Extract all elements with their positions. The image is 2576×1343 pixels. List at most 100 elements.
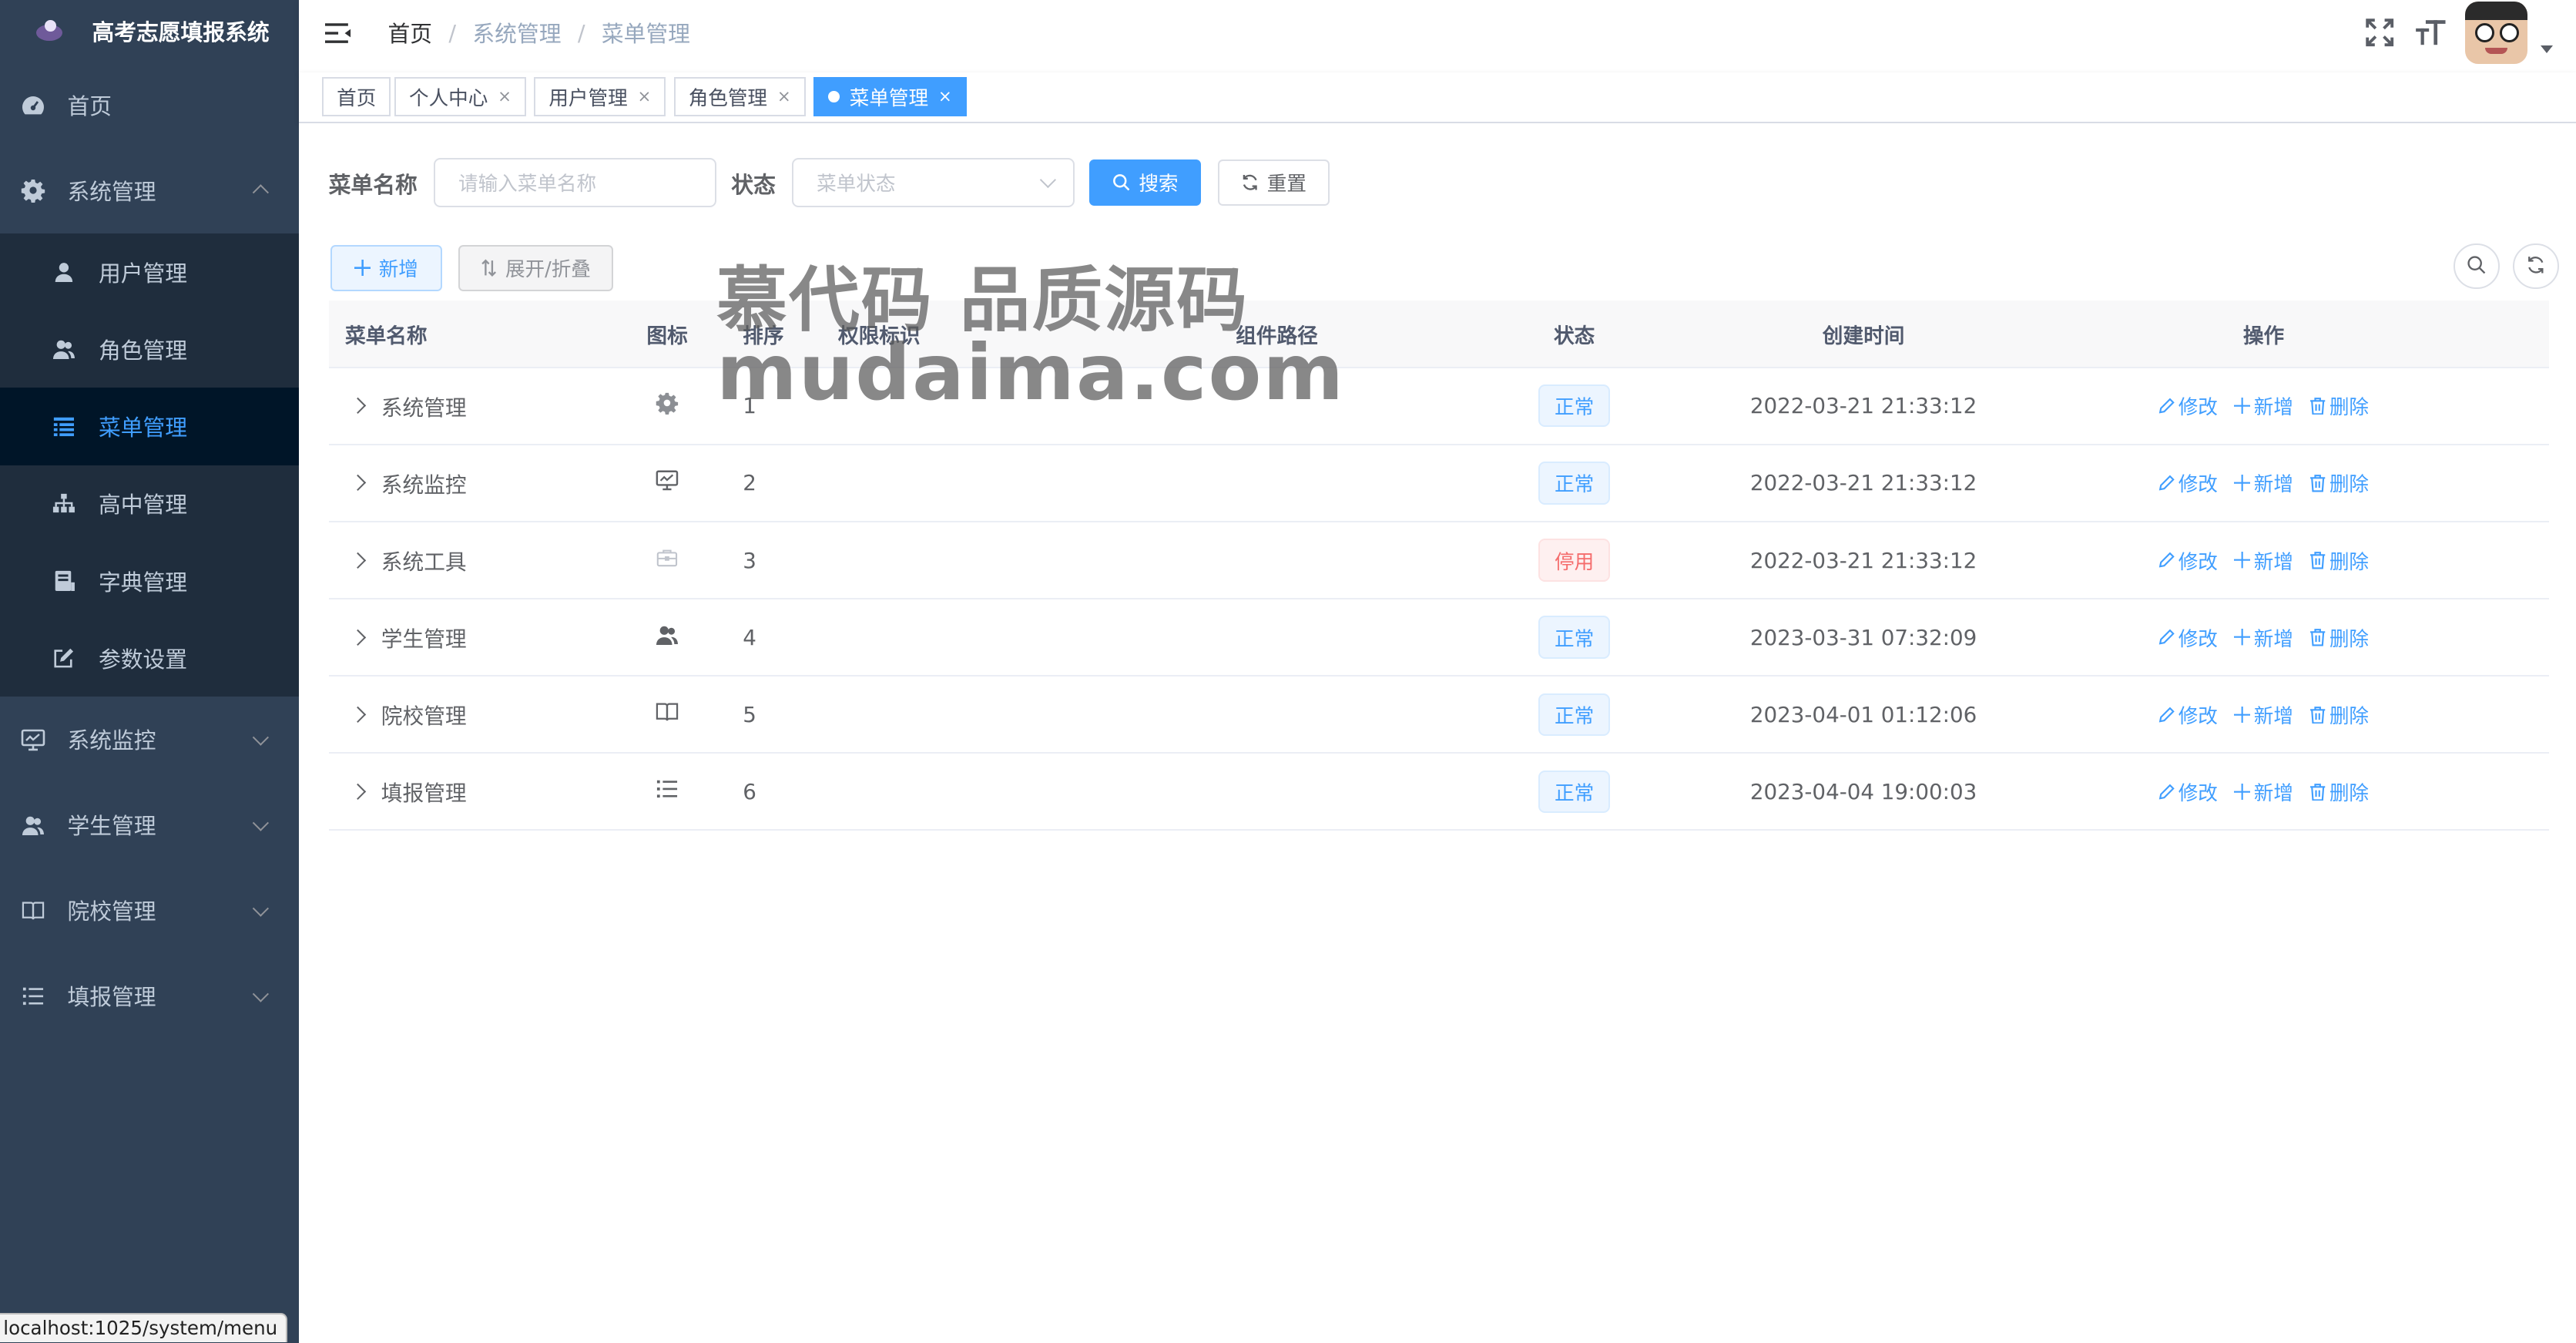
status-badge: 正常 — [1538, 462, 1611, 505]
fullscreen-icon[interactable] — [2363, 16, 2397, 49]
add-menu-button[interactable]: 新增 — [330, 244, 442, 291]
font-size-icon[interactable] — [2414, 16, 2447, 49]
create-time: 2023-04-01 01:12:06 — [1749, 701, 1977, 727]
watermark-line2: mudaima.com — [716, 327, 1346, 418]
status-badge: 正常 — [1538, 616, 1611, 659]
chevron-right-icon[interactable] — [349, 783, 366, 800]
chevron-right-icon[interactable] — [349, 552, 366, 569]
tag-home[interactable]: 首页 — [322, 77, 391, 117]
table-row[interactable]: 填报管理 6 正常 2023-04-04 19:00:03 修改 新增 删除 — [328, 754, 2549, 831]
search-button[interactable]: 搜索 — [1089, 159, 1202, 206]
breadcrumb-home[interactable]: 首页 — [387, 17, 432, 49]
sidebar-item-roles[interactable]: 角色管理 — [0, 311, 299, 388]
sidebar-item-colleges[interactable]: 院校管理 — [0, 868, 299, 953]
sidebar-item-menus[interactable]: 菜单管理 — [0, 388, 300, 465]
caret-down-icon[interactable] — [2541, 45, 2554, 53]
chevron-right-icon[interactable] — [349, 706, 366, 723]
tag-users[interactable]: 用户管理 × — [534, 77, 666, 117]
table-row[interactable]: 学生管理 4 正常 2023-03-31 07:32:09 修改 新增 删除 — [328, 599, 2549, 677]
sidebar-item-system[interactable]: 系统管理 — [0, 148, 299, 233]
add-child-button[interactable]: 新增 — [2234, 777, 2293, 806]
add-child-button[interactable]: 新增 — [2234, 391, 2293, 420]
trash-icon — [2309, 397, 2326, 415]
status-badge: 正常 — [1538, 384, 1611, 428]
chevron-down-icon — [252, 729, 269, 746]
breadcrumb-system: 系统管理 — [472, 21, 562, 48]
edit-button[interactable]: 修改 — [2158, 546, 2218, 575]
delete-button[interactable]: 删除 — [2309, 623, 2369, 652]
create-time: 2022-03-21 21:33:12 — [1749, 393, 1977, 419]
delete-button[interactable]: 删除 — [2309, 391, 2369, 420]
sort-icon — [481, 259, 497, 277]
edit-button[interactable]: 修改 — [2158, 700, 2218, 729]
delete-label: 删除 — [2329, 627, 2369, 651]
avatar[interactable] — [2464, 2, 2528, 65]
tree-table-icon — [51, 413, 77, 439]
chevron-right-icon[interactable] — [349, 398, 366, 415]
chevron-right-icon[interactable] — [349, 629, 366, 646]
close-icon[interactable]: × — [637, 87, 651, 106]
edit-icon — [2158, 398, 2175, 414]
toggle-search-button[interactable] — [2454, 243, 2500, 290]
sidebar-item-dict[interactable]: 字典管理 — [0, 542, 299, 619]
table-row[interactable]: 系统工具 3 停用 2022-03-21 21:33:12 修改 新增 删除 — [328, 522, 2549, 600]
breadcrumb-current: 菜单管理 — [601, 21, 690, 48]
edit-button[interactable]: 修改 — [2158, 468, 2218, 497]
plus-icon — [2234, 629, 2251, 646]
menu-name: 系统监控 — [381, 472, 467, 498]
add-label: 新增 — [2253, 704, 2293, 728]
book-icon — [20, 898, 46, 924]
column-header: 菜单名称 — [344, 324, 428, 348]
hamburger-icon[interactable] — [325, 20, 351, 46]
sidebar-item-filling[interactable]: 填报管理 — [0, 953, 299, 1039]
close-icon[interactable]: × — [938, 87, 952, 106]
delete-button[interactable]: 删除 — [2309, 468, 2369, 497]
tag-roles[interactable]: 角色管理 × — [673, 77, 806, 117]
tag-label: 首页 — [337, 87, 377, 111]
menu-name: 系统工具 — [381, 549, 467, 576]
add-child-button[interactable]: 新增 — [2234, 623, 2293, 652]
logo-icon — [33, 18, 66, 44]
menu-name-input[interactable]: 请输入菜单名称 — [434, 157, 717, 207]
tag-menus[interactable]: 菜单管理 × — [813, 77, 967, 117]
sidebar-logo[interactable]: 高考志愿填报系统 — [0, 0, 299, 62]
breadcrumb: 首页 / 系统管理 / 菜单管理 — [387, 0, 690, 65]
expand-collapse-button[interactable]: 展开/折叠 — [458, 244, 613, 291]
table-row[interactable]: 系统管理 1 正常 2022-03-21 21:33:12 修改 新增 删除 — [328, 368, 2549, 445]
column-header: 图标 — [646, 324, 688, 348]
delete-button[interactable]: 删除 — [2309, 546, 2369, 575]
close-icon[interactable]: × — [498, 87, 512, 106]
table-row[interactable]: 院校管理 5 正常 2023-04-01 01:12:06 修改 新增 删除 — [328, 677, 2549, 754]
status-select[interactable]: 菜单状态 — [792, 157, 1075, 207]
add-child-button[interactable]: 新增 — [2234, 546, 2293, 575]
delete-button[interactable]: 删除 — [2309, 777, 2369, 806]
status-badge: 正常 — [1538, 693, 1611, 736]
add-child-button[interactable]: 新增 — [2234, 700, 2293, 729]
tags-view: 首页 个人中心 × 用户管理 × 角色管理 × 菜单管理 × — [299, 72, 2576, 123]
sidebar-item-label: 菜单管理 — [98, 415, 188, 442]
edit-button[interactable]: 修改 — [2158, 623, 2218, 652]
edit-label: 修改 — [2178, 550, 2218, 574]
sidebar-item-params[interactable]: 参数设置 — [0, 619, 299, 697]
tag-profile[interactable]: 个人中心 × — [394, 77, 527, 117]
edit-button[interactable]: 修改 — [2158, 777, 2218, 806]
table-row[interactable]: 系统监控 2 正常 2022-03-21 21:33:12 修改 新增 删除 — [328, 445, 2549, 522]
sidebar-item-highschools[interactable]: 高中管理 — [0, 465, 299, 542]
refresh-button[interactable] — [2512, 243, 2559, 290]
edit-button[interactable]: 修改 — [2158, 391, 2218, 420]
monitor-icon — [656, 468, 679, 497]
reset-button[interactable]: 重置 — [1217, 159, 1330, 206]
sidebar-item-label: 系统管理 — [67, 178, 156, 205]
placeholder: 菜单状态 — [817, 173, 896, 196]
sidebar-item-home[interactable]: 首页 — [0, 62, 299, 148]
sidebar-item-monitor[interactable]: 系统监控 — [0, 697, 299, 782]
add-child-button[interactable]: 新增 — [2234, 468, 2293, 497]
delete-button[interactable]: 删除 — [2309, 700, 2369, 729]
sidebar-item-students[interactable]: 学生管理 — [0, 782, 299, 868]
sidebar-submenu-system: 用户管理 角色管理 菜单管理 高中管理 字典管理 参数设置 — [0, 233, 300, 697]
close-icon[interactable]: × — [777, 87, 791, 106]
chevron-up-icon — [252, 184, 269, 201]
add-label: 新增 — [2253, 627, 2293, 651]
chevron-right-icon[interactable] — [349, 475, 366, 492]
sidebar-item-users[interactable]: 用户管理 — [0, 233, 299, 311]
